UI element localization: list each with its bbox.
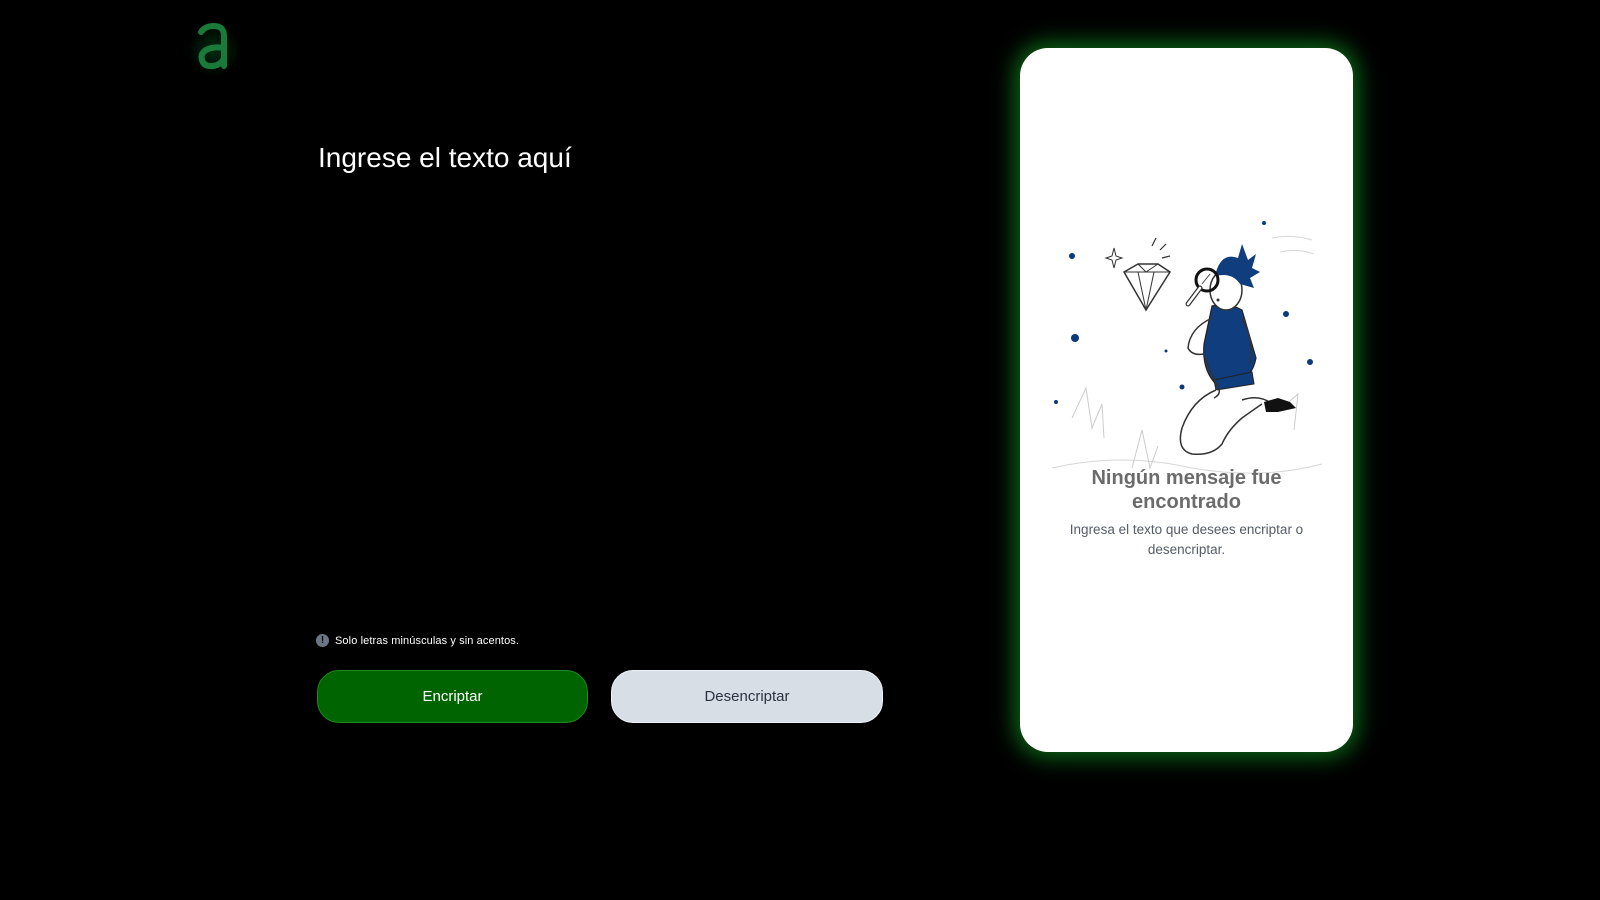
info-circle-icon: ! <box>316 634 329 647</box>
decrypt-button[interactable]: Desencriptar <box>611 670 883 723</box>
input-hint: ! Solo letras minúsculas y sin acentos. <box>316 634 519 647</box>
hint-text: Solo letras minúsculas y sin acentos. <box>335 634 520 647</box>
result-title: Ningún mensaje fue encontrado <box>1091 467 1282 513</box>
alura-logo <box>191 22 237 72</box>
app-root: ! Solo letras minúsculas y sin acentos. … <box>0 0 1600 900</box>
result-panel: Ningún mensaje fue encontrado Ingresa el… <box>1020 48 1353 752</box>
text-input[interactable] <box>318 140 878 600</box>
result-subtitle: Ingresa el texto que desees encriptar o … <box>1069 522 1304 557</box>
person-with-magnifying-glass-and-diamond-illustration <box>1051 221 1323 474</box>
encrypt-button[interactable]: Encriptar <box>317 670 588 723</box>
logo-a-icon <box>198 22 227 70</box>
